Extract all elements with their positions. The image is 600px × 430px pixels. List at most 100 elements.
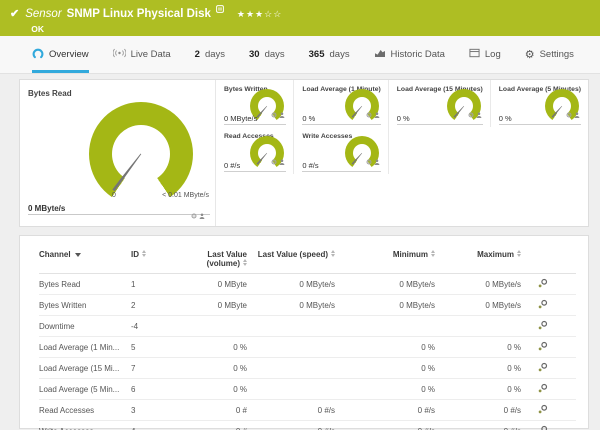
last-value-speed: 0 MByte/s: [253, 273, 341, 295]
gauge-action-icons[interactable]: [271, 105, 285, 123]
person-icon[interactable]: [476, 105, 482, 123]
channel-settings-icon[interactable]: [527, 420, 576, 430]
gauge-value: 0 %: [302, 114, 316, 123]
channel-settings-icon[interactable]: [527, 357, 576, 379]
last-value-speed: [253, 378, 341, 400]
col-last-value-volume[interactable]: Last Value (volume): [173, 246, 253, 274]
gauge-action-icons[interactable]: [366, 152, 380, 170]
channel-settings-icon[interactable]: [527, 294, 576, 316]
col-maximum[interactable]: Maximum: [441, 246, 527, 274]
minimum-value: 0 #/s: [341, 399, 441, 421]
tab-historic-data[interactable]: Historic Data: [374, 36, 445, 73]
sensor-page: ✔ Sensor SNMP Linux Physical Disk ★★★☆☆ …: [0, 0, 600, 430]
col-id[interactable]: ID: [131, 246, 173, 274]
person-icon[interactable]: [574, 105, 580, 123]
pause-icon: [215, 2, 224, 15]
gauge-action-icons[interactable]: [468, 105, 482, 123]
col-channel[interactable]: Channel: [39, 246, 131, 274]
tab-number: 365: [308, 49, 325, 60]
gear-icon[interactable]: [366, 105, 372, 123]
gauge-arc-icon: [32, 48, 44, 62]
small-gauge-cell: Read Accesses 0 #/s: [216, 127, 295, 174]
sensor-title-block: Sensor SNMP Linux Physical Disk ★★★☆☆ OK: [25, 5, 282, 34]
person-icon[interactable]: [279, 152, 285, 170]
gauge-scale-min: 0: [112, 192, 116, 199]
gauge-scale-max: < 0.01 MByte/s: [162, 192, 209, 199]
star-filled-icon[interactable]: ★: [237, 9, 246, 19]
col-label: Minimum: [392, 250, 428, 259]
sort-icon: [517, 250, 521, 258]
channel-settings-icon[interactable]: [527, 399, 576, 421]
person-icon[interactable]: [374, 105, 380, 123]
channel-id: 3: [131, 399, 173, 421]
maximum-value: 0 #/s: [441, 399, 527, 421]
bytes-read-gauge-cell: Bytes Read 0 < 0.01 MByte/s 0 MByte/s: [20, 80, 216, 226]
small-gauge-cell: Load Average (5 Minutes) 0 %: [491, 80, 588, 127]
minimum-value: 0 %: [341, 378, 441, 400]
minimum-value: 0 MByte/s: [341, 273, 441, 295]
gear-icon[interactable]: [271, 152, 277, 170]
gauge-action-icons[interactable]: [271, 152, 285, 170]
table-row: Bytes Written 2 0 MByte 0 MByte/s 0 MByte/s 0…: [39, 294, 576, 316]
tab-log[interactable]: Log: [469, 36, 501, 73]
col-label: Last Value (speed): [257, 250, 328, 259]
table-row: Load Average (5 Min... 6 0 % 0 % 0 %: [39, 378, 576, 400]
channel-name: Write Accesses: [39, 420, 131, 430]
small-gauge-cell: Write Accesses 0 #/s: [294, 127, 389, 174]
tab-live-data[interactable]: Live Data: [112, 36, 171, 73]
gear-icon[interactable]: [566, 105, 572, 123]
bytes-read-gauge: [89, 102, 193, 206]
star-empty-icon[interactable]: ☆: [273, 9, 282, 19]
tab-settings[interactable]: ⚙ Settings: [525, 36, 574, 73]
tab-overview[interactable]: Overview: [32, 36, 89, 73]
col-minimum[interactable]: Minimum: [341, 246, 441, 274]
small-gauge-cell: Bytes Written 0 MByte/s: [216, 80, 295, 127]
channel-name: Load Average (5 Min...: [39, 378, 131, 400]
channel-settings-icon[interactable]: [527, 378, 576, 400]
last-value-speed: [253, 357, 341, 379]
overview-panel: Bytes Read 0 < 0.01 MByte/s 0 MByte/s By…: [19, 79, 589, 227]
person-icon[interactable]: [374, 152, 380, 170]
channel-settings-icon[interactable]: [527, 273, 576, 295]
gear-icon[interactable]: [191, 206, 197, 224]
channel-table-panel: Channel ID Last Value (volume) Last Valu…: [19, 235, 589, 430]
channel-name: Downtime: [39, 315, 131, 337]
tab-30-days[interactable]: 30 days: [249, 36, 285, 73]
tab-365-days[interactable]: 365 days: [309, 36, 350, 73]
person-icon[interactable]: [199, 206, 205, 224]
tab-number: 2: [194, 49, 200, 60]
minimum-value: 0 %: [341, 336, 441, 358]
last-value-volume: [173, 315, 253, 337]
tab-bar: Overview Live Data 2 days 30 days 365 da…: [0, 36, 600, 74]
star-filled-icon[interactable]: ★: [246, 9, 255, 19]
star-filled-icon[interactable]: ★: [255, 9, 264, 19]
gauge-action-icons[interactable]: [191, 206, 205, 224]
star-rating[interactable]: ★★★☆☆: [237, 8, 282, 21]
star-empty-icon[interactable]: ☆: [264, 9, 273, 19]
channel-settings-icon[interactable]: [527, 336, 576, 358]
gear-icon: ⚙: [524, 48, 535, 61]
last-value-volume: 0 MByte: [173, 273, 253, 295]
tab-label: Log: [484, 49, 501, 60]
gauge-action-icons[interactable]: [566, 105, 580, 123]
gauge-action-icons[interactable]: [366, 105, 380, 123]
gear-icon[interactable]: [366, 152, 372, 170]
gear-icon[interactable]: [271, 105, 277, 123]
last-value-volume: 0 %: [173, 336, 253, 358]
last-value-volume: 0 %: [173, 357, 253, 379]
table-row: Write Accesses40 #0 #/s0 #/s0 #/s: [39, 420, 576, 430]
sort-icon: [331, 250, 335, 258]
tab-label: days: [329, 49, 350, 60]
maximum-value: 0 %: [441, 357, 527, 379]
last-value-volume: 0 %: [173, 378, 253, 400]
gear-icon[interactable]: [468, 105, 474, 123]
tab-2-days[interactable]: 2 days: [195, 36, 225, 73]
last-value-speed: 0 #/s: [253, 420, 341, 430]
tab-label: days: [264, 49, 285, 60]
channel-id: 1: [131, 273, 173, 295]
channel-settings-icon[interactable]: [527, 315, 576, 337]
channel-table-body: Bytes Read 1 0 MByte 0 MByte/s 0 MByte/s 0 MB…: [39, 273, 576, 430]
person-icon[interactable]: [279, 105, 285, 123]
gauge-value: 0 #/s: [224, 161, 241, 170]
col-last-value-speed[interactable]: Last Value (speed): [253, 246, 341, 274]
